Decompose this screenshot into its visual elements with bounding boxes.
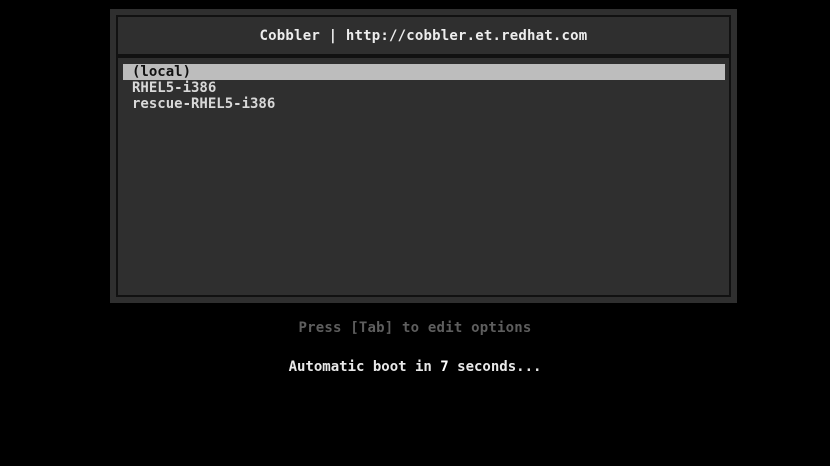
boot-menu-title: Cobbler | http://cobbler.et.redhat.com [116, 15, 731, 56]
countdown-prefix: Automatic boot in [288, 359, 441, 375]
boot-menu-item-rhel5-i386[interactable]: RHEL5-i386 [123, 80, 725, 96]
boot-menu-item-local[interactable]: (local) [123, 64, 725, 80]
boot-menu-list: (local) RHEL5-i386 rescue-RHEL5-i386 [116, 56, 731, 297]
auto-boot-countdown: Automatic boot in 7 seconds... [0, 359, 830, 375]
edit-options-hint: Press [Tab] to edit options [298, 320, 532, 336]
boot-menu-panel: Cobbler | http://cobbler.et.redhat.com (… [110, 9, 737, 303]
countdown-suffix: seconds... [448, 359, 542, 375]
countdown-seconds: 7 [440, 359, 449, 375]
boot-menu-item-rescue-rhel5-i386[interactable]: rescue-RHEL5-i386 [123, 96, 725, 112]
